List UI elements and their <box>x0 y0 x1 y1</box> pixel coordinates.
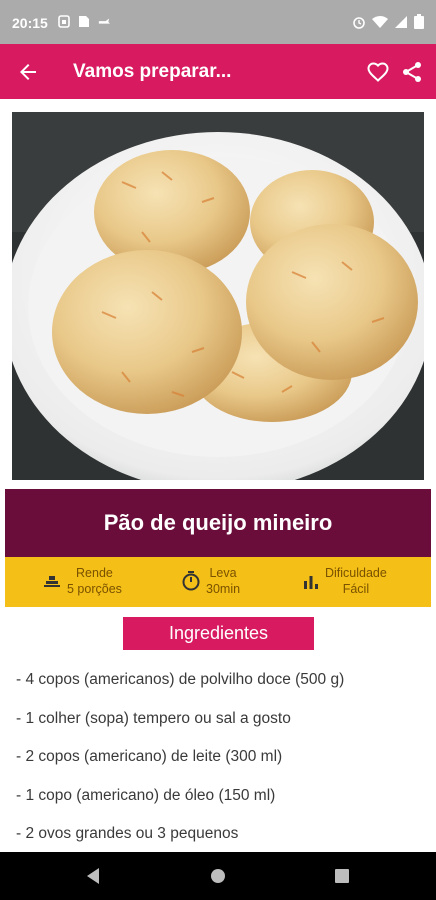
ingredient-item: - 1 copo (americano) de óleo (150 ml) <box>16 786 276 804</box>
ingredient-item: - 2 copos (americano) de leite (300 ml) <box>16 748 283 765</box>
cheese-bread-image <box>12 112 424 480</box>
ingredient-item: - 4 copos (americanos) de polvilho doce … <box>16 671 345 688</box>
recipe-title: Pão de queijo mineiro <box>103 510 333 535</box>
recipe-info-band: Rende 5 porções Leva 30min Dificuldade F… <box>5 557 431 607</box>
ingredient-item: - 2 ovos grandes ou 3 pequenos <box>16 825 239 842</box>
yield-value: 5 porções <box>67 582 122 596</box>
bar-chart-icon <box>304 576 318 589</box>
time-value: 30min <box>206 582 241 596</box>
timer-icon <box>182 571 200 591</box>
ingredient-item: - 1 colher (sopa) tempero ou sal a gosto <box>16 709 291 727</box>
home-circle-icon[interactable] <box>206 864 230 888</box>
sim-icon <box>58 15 70 28</box>
signal-icon <box>395 15 407 28</box>
page-title: Vamos preparar... <box>73 61 232 82</box>
status-bar: 20:15 <box>0 0 436 44</box>
time-info: Leva 30min <box>180 565 240 597</box>
system-nav-bar <box>0 852 436 900</box>
serving-dish-icon <box>44 576 60 587</box>
time-label: Leva <box>209 566 237 580</box>
alarm-icon <box>353 16 365 29</box>
back-triangle-icon[interactable] <box>82 864 106 888</box>
battery-icon <box>414 14 424 29</box>
recipe-title-band: Pão de queijo mineiro <box>5 489 431 557</box>
app-bar: Vamos preparar... <box>0 44 436 99</box>
ingredients-header: Ingredientes <box>123 617 314 650</box>
file-icon <box>79 16 89 27</box>
recipe-photo <box>12 112 424 480</box>
back-arrow-icon[interactable] <box>16 60 40 84</box>
rabbit-icon <box>98 18 110 24</box>
difficulty-value: Fácil <box>342 582 370 596</box>
yield-label: Rende <box>76 566 113 580</box>
wifi-icon <box>372 15 388 28</box>
recents-square-icon[interactable] <box>330 864 354 888</box>
yield-info: Rende 5 porções <box>41 565 122 597</box>
ingredients-list: - 4 copos (americanos) de polvilho doce … <box>16 662 426 855</box>
share-icon[interactable] <box>400 60 424 84</box>
difficulty-info: Dificuldade Fácil <box>301 565 387 597</box>
status-time: 20:15 <box>12 15 48 31</box>
difficulty-label: Dificuldade <box>325 566 387 580</box>
heart-icon[interactable] <box>366 60 390 84</box>
